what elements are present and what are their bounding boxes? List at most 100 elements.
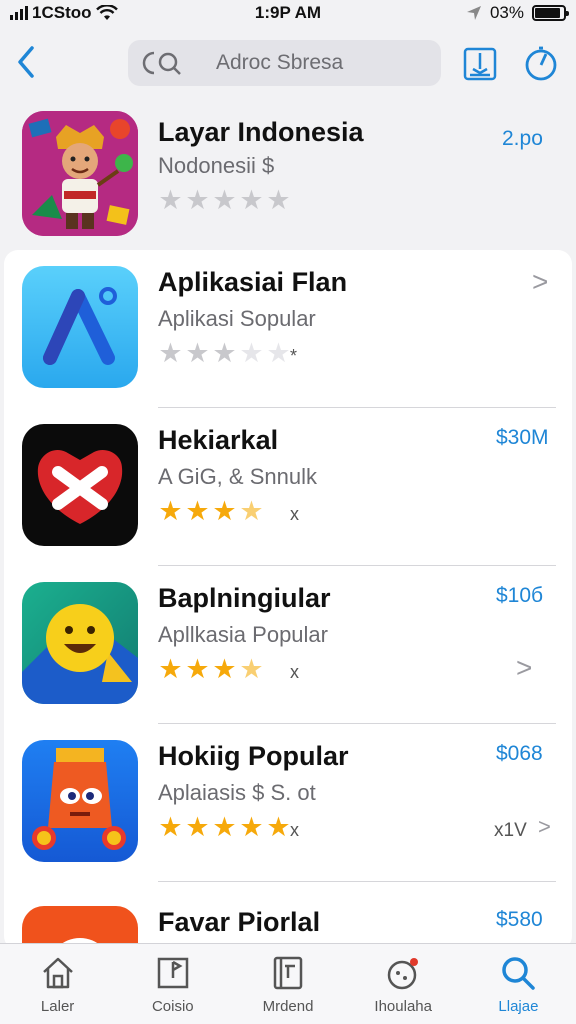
app-name: Hokiig Popular <box>158 741 349 771</box>
tab-label: Llajae <box>498 998 539 1015</box>
star-icon: ★ <box>266 812 291 842</box>
star-icon: ★ <box>266 338 291 368</box>
search-icon <box>142 51 181 75</box>
star-icon: ★ <box>266 185 291 215</box>
star-icon: ★ <box>239 338 264 368</box>
status-bar: 1CStoo 1:9P AM 03% <box>0 0 576 26</box>
game-controller-icon <box>387 958 419 990</box>
app-icon-baplningiular[interactable] <box>22 582 138 704</box>
rating-count: x <box>290 820 299 840</box>
app-subtitle: Apllkasia Popular <box>158 622 328 647</box>
app-icon-layar[interactable] <box>22 111 138 236</box>
star-icon: ★ <box>212 654 237 684</box>
app-price[interactable]: $10б <box>496 584 543 608</box>
star-icon: ★ <box>185 496 210 526</box>
star-icon: ★ <box>158 812 183 842</box>
battery-percent: 03% <box>489 3 524 22</box>
tab-laler[interactable]: Laler <box>0 944 115 1024</box>
app-list: Aplikasiai Flan Aplikasi Sopular ★ ★ ★ ★ ★ *… <box>4 250 572 950</box>
flag-icon <box>157 957 189 989</box>
tab-label: Ihoulaha <box>374 998 432 1015</box>
list-item[interactable]: Favar Piorlal $580 <box>4 890 572 950</box>
app-icon-aplikasiai[interactable] <box>22 266 138 388</box>
status-right: 03% <box>466 3 569 23</box>
star-icon: ★ <box>158 185 183 215</box>
featured-app-subtitle: Nodonesii $ <box>158 153 275 178</box>
history-icon[interactable] <box>522 44 560 82</box>
divider <box>158 881 556 882</box>
featured-rating: ★ ★ ★ ★ ★ <box>158 187 291 214</box>
list-item[interactable]: Hokiig Popular Aplaiasis $ S. ot ★ ★ ★ ★ ★ x… <box>4 724 572 882</box>
share-icon[interactable] <box>462 44 498 82</box>
app-icon-hokiig[interactable] <box>22 740 138 862</box>
chevron-right-icon[interactable]: > <box>516 652 532 684</box>
star-icon: ★ <box>212 185 237 215</box>
character-icon <box>22 111 138 236</box>
letter-a-icon <box>22 266 138 388</box>
app-subtitle: Aplikasi Sopular <box>158 306 316 331</box>
tab-label: Mrdend <box>262 998 314 1015</box>
chevron-right-icon[interactable]: > <box>532 266 548 298</box>
app-price[interactable]: $30M <box>496 426 549 450</box>
search-icon <box>502 957 536 990</box>
app-rating: ★★★★★ <box>158 498 291 525</box>
shield-x-icon <box>22 424 138 546</box>
star-icon: ★ <box>185 185 210 215</box>
featured-price[interactable]: 2.po <box>502 127 543 151</box>
tab-coisio[interactable]: Coisio <box>115 944 230 1024</box>
star-icon: ★ <box>239 812 264 842</box>
list-item[interactable]: Aplikasiai Flan Aplikasi Sopular ★ ★ ★ ★ ★ *… <box>4 250 572 408</box>
tab-label: Coisio <box>151 998 194 1015</box>
list-item[interactable]: Baplningiular Apllkasia Popular ★★★★★ x … <box>4 566 572 724</box>
star-icon: ★ <box>158 338 183 368</box>
star-icon: ★ <box>239 185 264 215</box>
star-icon: ★ <box>158 496 183 526</box>
location-arrow-icon <box>466 6 481 20</box>
app-rating: ★★★★★ <box>158 656 291 683</box>
smiley-face-icon <box>22 582 138 704</box>
star-icon: ★ <box>266 656 291 683</box>
rating-count: x <box>290 662 299 682</box>
search-bar[interactable] <box>128 40 441 86</box>
list-item[interactable]: Hekiarkal A GiG, & Snnulk ★★★★★ x $30M <box>4 408 572 566</box>
star-icon: ★ <box>158 654 183 684</box>
star-icon: ★ <box>185 654 210 684</box>
nav-bar <box>0 38 576 88</box>
featured-app[interactable]: Layar Indonesia Nodonesii $ ★ ★ ★ ★ ★ 2.po <box>22 111 562 236</box>
star-icon: ★ <box>185 812 210 842</box>
star-icon: ★ <box>239 496 264 526</box>
app-name: Hekiarkal <box>158 425 279 455</box>
book-icon <box>273 956 303 990</box>
back-chevron-icon[interactable] <box>12 42 42 82</box>
rating-count: x <box>290 504 299 524</box>
star-icon: ★ <box>212 812 237 842</box>
tab-label: Laler <box>40 998 75 1015</box>
tab-ihoulaha[interactable]: Ihoulaha <box>346 944 461 1024</box>
app-name: Favar Piorlal <box>158 907 321 937</box>
app-price[interactable]: $580 <box>496 908 543 932</box>
monster-character-icon <box>22 740 138 862</box>
tab-bar: Laler Coisio Mrdend Ihoulaha Llajae <box>0 943 576 1024</box>
tab-search[interactable]: Llajae <box>461 944 576 1024</box>
star-icon: ★ <box>185 338 210 368</box>
app-extra-label: x1V <box>494 820 527 841</box>
star-icon: ★ <box>212 496 237 526</box>
home-icon <box>42 957 73 989</box>
app-price[interactable]: $068 <box>496 742 543 766</box>
rating-count: * <box>290 346 298 366</box>
battery-icon <box>532 5 569 21</box>
chevron-right-icon[interactable]: > <box>538 814 551 840</box>
app-subtitle: Aplaiasis $ S. ot <box>158 780 316 805</box>
star-icon: ★ <box>266 498 291 525</box>
star-icon: ★ <box>212 338 237 368</box>
tab-mrdend[interactable]: Mrdend <box>230 944 345 1024</box>
app-name: Baplningiular <box>158 583 331 613</box>
featured-app-name: Layar Indonesia <box>158 117 364 147</box>
app-rating: ★★★★★ <box>158 814 291 841</box>
star-icon: ★ <box>239 654 264 684</box>
app-name: Aplikasiai Flan <box>158 267 348 297</box>
app-rating: ★★★★★ <box>158 340 291 367</box>
search-input[interactable] <box>216 51 416 75</box>
app-icon-hekiarkal[interactable] <box>22 424 138 546</box>
app-subtitle: A GiG, & Snnulk <box>158 464 317 489</box>
